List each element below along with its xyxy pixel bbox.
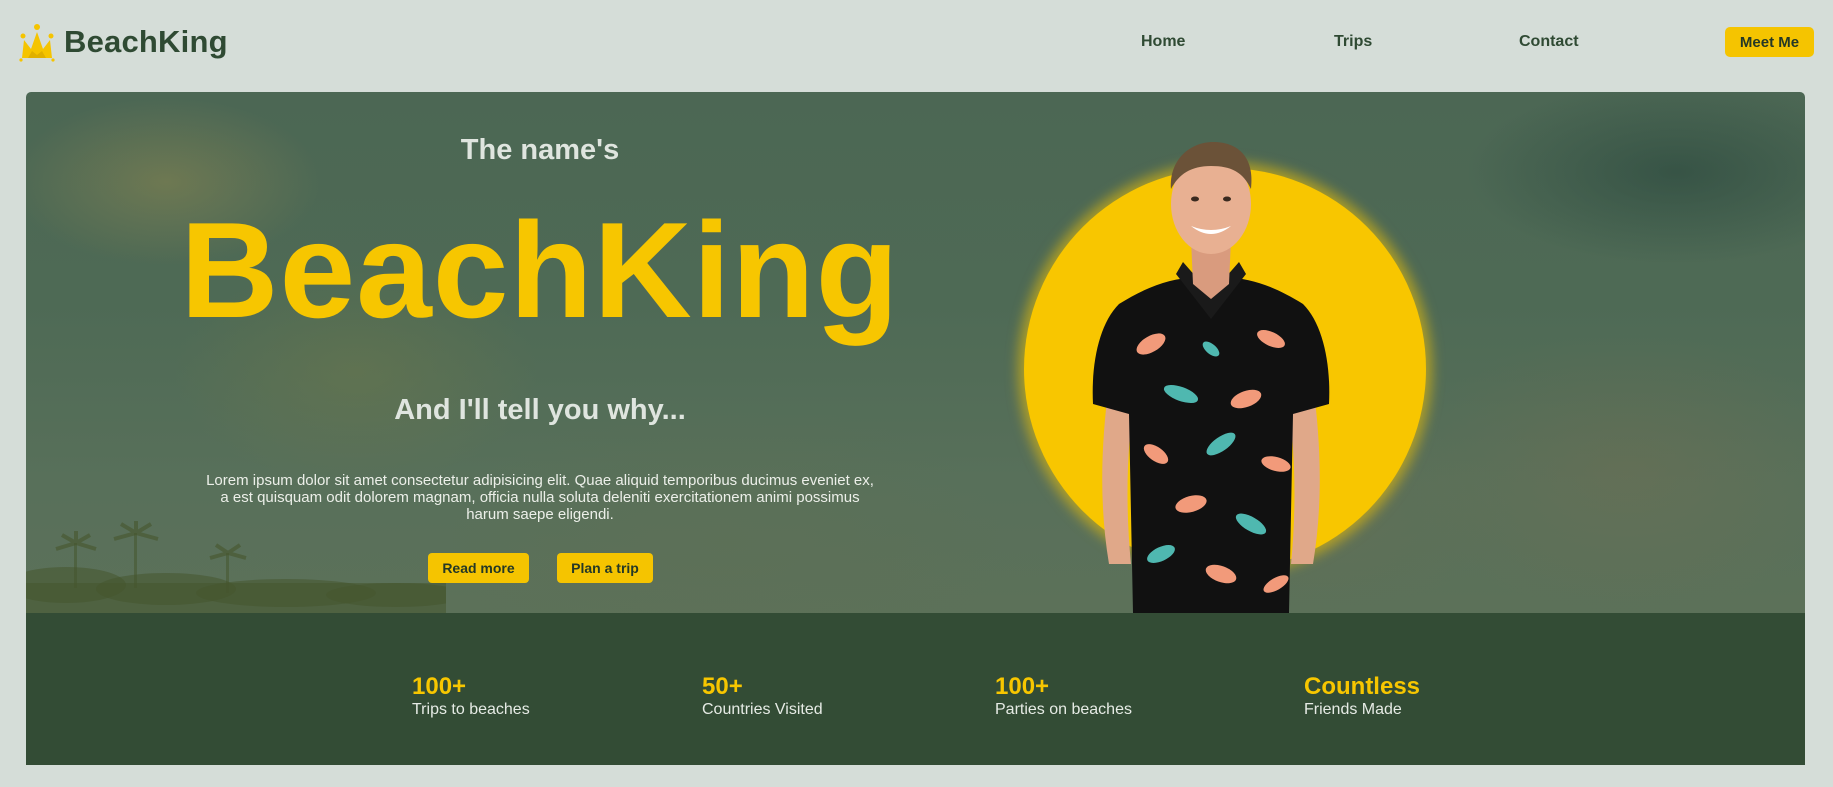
stat-parties: 100+ Parties on beaches: [995, 673, 1132, 719]
hero-section: The name's BeachKing And I'll tell you w…: [26, 92, 1805, 613]
navbar: BeachKing Home Trips Contact Meet Me: [0, 0, 1833, 88]
meet-me-button[interactable]: Meet Me: [1725, 27, 1814, 57]
brand-logo-link[interactable]: BeachKing: [18, 22, 228, 62]
nav-home-link[interactable]: Home: [1141, 33, 1185, 51]
hero-title: BeachKing: [180, 194, 900, 346]
stat-friends: Countless Friends Made: [1304, 673, 1420, 719]
person-photo: [1092, 142, 1330, 613]
stat-value: 100+: [995, 673, 1050, 700]
nav-contact-link[interactable]: Contact: [1519, 33, 1579, 51]
plan-trip-button[interactable]: Plan a trip: [557, 553, 653, 583]
stat-label: Parties on beaches: [995, 701, 1132, 718]
crown-icon: [19, 24, 55, 62]
hero-tagline: And I'll tell you why...: [394, 394, 686, 426]
stat-label: Trips to beaches: [412, 701, 530, 718]
hero-intro: The name's: [460, 134, 620, 166]
stat-countries: 50+ Countries Visited: [702, 673, 823, 719]
hero-paragraph: Lorem ipsum dolor sit amet consectetur a…: [206, 472, 874, 523]
stat-trips: 100+ Trips to beaches: [412, 673, 530, 719]
stat-label: Countries Visited: [702, 701, 823, 718]
brand-name: BeachKing: [64, 24, 228, 59]
read-more-button[interactable]: Read more: [428, 553, 529, 583]
stat-value: Countless: [1304, 673, 1421, 700]
stat-value: 100+: [412, 673, 467, 700]
stat-value: 50+: [702, 673, 743, 700]
stat-label: Friends Made: [1304, 701, 1402, 718]
nav-trips-link[interactable]: Trips: [1334, 33, 1372, 51]
stats-section: 100+ Trips to beaches 50+ Countries Visi…: [26, 613, 1805, 765]
